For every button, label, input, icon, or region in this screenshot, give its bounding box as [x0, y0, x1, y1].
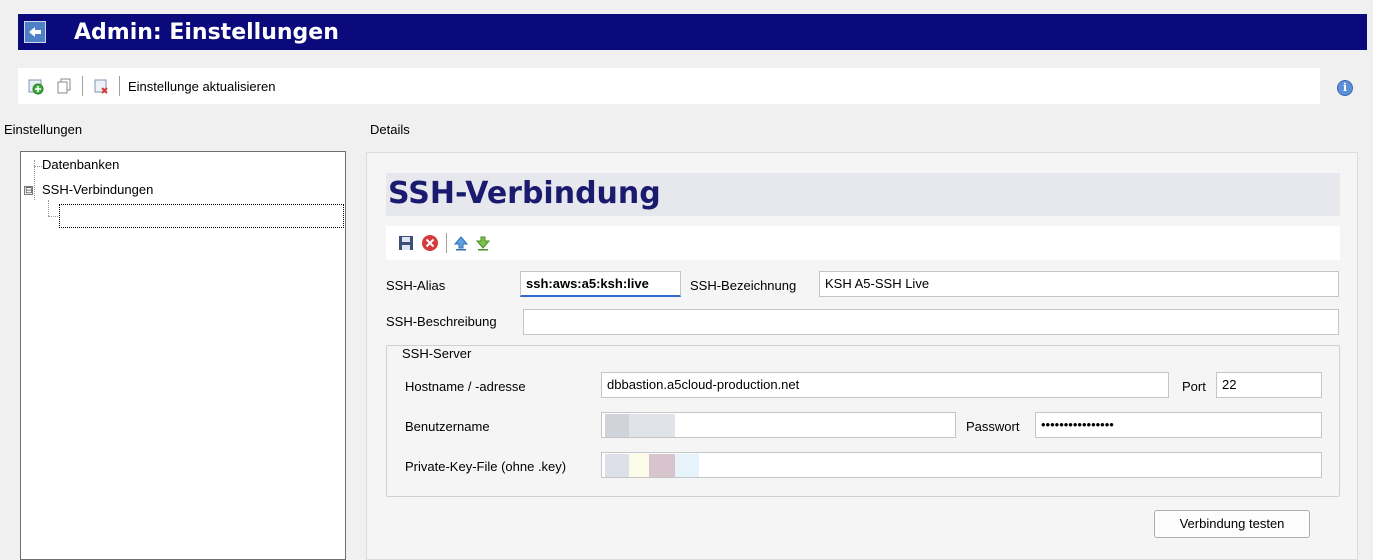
details-title: SSH-Verbindung	[388, 176, 661, 211]
tree-item-ssh-verbindungen[interactable]: SSH-Verbindungen	[42, 182, 153, 197]
redacted-block	[629, 454, 649, 477]
password-label: Passwort	[966, 419, 1020, 434]
keyfile-input[interactable]	[601, 452, 1322, 478]
ssh-description-input[interactable]	[523, 309, 1339, 335]
keyfile-label: Private-Key-File (ohne .key)	[405, 459, 567, 474]
details-label: Details	[370, 122, 410, 137]
ssh-server-legend: SSH-Server	[398, 346, 476, 361]
password-input[interactable]: ••••••••••••••••	[1035, 412, 1322, 438]
port-input[interactable]: 22	[1216, 372, 1322, 398]
title-bar: Admin: Einstellungen	[18, 14, 1367, 50]
redacted-block	[649, 454, 675, 477]
tree-line	[34, 166, 42, 167]
details-toolbar	[386, 226, 1340, 260]
toolbar-separator	[82, 76, 83, 96]
cancel-icon[interactable]	[420, 233, 440, 253]
main-toolbar: Einstellunge aktualisieren	[18, 68, 1320, 104]
tree-item-datenbanken[interactable]: Datenbanken	[42, 157, 119, 172]
delete-icon[interactable]	[91, 76, 111, 96]
ssh-description-label: SSH-Beschreibung	[386, 314, 497, 329]
username-input[interactable]	[601, 412, 956, 438]
move-up-icon[interactable]	[451, 233, 471, 253]
update-settings-button[interactable]: Einstellunge aktualisieren	[128, 79, 275, 94]
ssh-alias-input[interactable]: ssh:aws:a5:ksh:live	[520, 271, 681, 297]
info-icon[interactable]: i	[1337, 80, 1353, 96]
ssh-name-label: SSH-Bezeichnung	[690, 278, 797, 293]
hostname-input[interactable]: dbbastion.a5cloud-production.net	[601, 372, 1169, 398]
hostname-label: Hostname / -adresse	[405, 379, 526, 394]
save-icon[interactable]	[396, 233, 416, 253]
toolbar-separator	[119, 76, 120, 96]
collapse-icon[interactable]: ⊟	[24, 186, 33, 195]
add-settings-icon[interactable]	[26, 76, 46, 96]
back-arrow-icon[interactable]	[24, 21, 46, 43]
redacted-block	[605, 454, 629, 477]
ssh-name-input[interactable]: KSH A5-SSH Live	[819, 271, 1339, 297]
copy-icon[interactable]	[54, 76, 74, 96]
username-label: Benutzername	[405, 419, 490, 434]
toolbar-separator	[446, 233, 447, 253]
test-connection-button[interactable]: Verbindung testen	[1154, 510, 1310, 538]
tree-line	[48, 216, 58, 217]
details-header: SSH-Verbindung	[386, 173, 1340, 216]
redacted-block	[605, 414, 629, 437]
tree-line	[48, 200, 49, 216]
window-title: Admin: Einstellungen	[74, 19, 339, 45]
move-down-icon[interactable]	[473, 233, 493, 253]
settings-tree[interactable]: Datenbanken ⊟ SSH-Verbindungen	[20, 151, 346, 560]
settings-panel-label: Einstellungen	[4, 122, 83, 137]
port-label: Port	[1182, 379, 1206, 394]
redacted-block	[675, 454, 699, 477]
tree-item-selected[interactable]	[59, 204, 344, 228]
redacted-block	[629, 414, 675, 437]
ssh-alias-label: SSH-Alias	[386, 278, 446, 293]
